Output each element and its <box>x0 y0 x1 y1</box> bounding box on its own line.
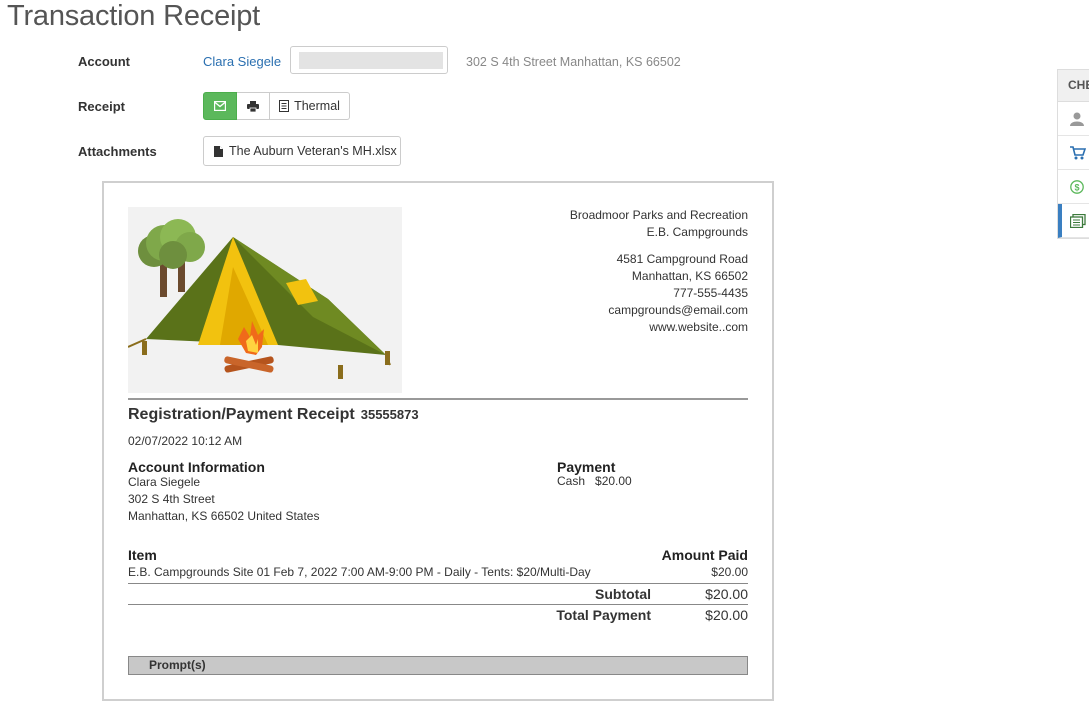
side-item-payment[interactable]: $ <box>1058 170 1089 204</box>
receipt-button-group: Thermal <box>203 92 350 120</box>
thermal-receipt-button[interactable]: Thermal <box>270 92 350 120</box>
campground-logo <box>127 207 402 393</box>
org-email: campgrounds@email.com <box>608 303 748 317</box>
print-receipt-button[interactable] <box>237 92 270 120</box>
payment-line: Cash $20.00 <box>557 474 632 488</box>
prompts-section-header: Prompt(s) <box>128 656 748 675</box>
org-phone: 777-555-4435 <box>673 286 748 300</box>
item-heading: Item <box>128 547 157 563</box>
org-street: 4581 Campground Road <box>616 252 748 266</box>
account-info-city: Manhattan, KS 66502 United States <box>128 509 320 523</box>
side-panel-heading: CHE <box>1058 70 1089 102</box>
svg-text:$: $ <box>1074 182 1079 192</box>
printer-icon <box>247 100 259 112</box>
item-amount: $20.00 <box>711 565 748 579</box>
org-website: www.website..com <box>649 320 748 334</box>
cart-icon <box>1070 145 1086 159</box>
email-receipt-button[interactable] <box>203 92 237 120</box>
side-item-receipt[interactable] <box>1058 204 1089 238</box>
subtotal-value: $20.00 <box>705 586 748 602</box>
file-icon <box>214 145 223 157</box>
org-name: Broadmoor Parks and Recreation <box>569 208 748 222</box>
total-value: $20.00 <box>705 607 748 623</box>
attachment-file-button[interactable]: The Auburn Veteran's MH.xlsx <box>203 136 401 166</box>
account-info-heading: Account Information <box>128 459 265 475</box>
subtotal-divider <box>128 604 748 605</box>
account-info-name: Clara Siegele <box>128 475 201 489</box>
receipt-label: Receipt <box>78 99 125 114</box>
subtotal-label: Subtotal <box>595 586 651 602</box>
page-title: Transaction Receipt <box>7 0 261 32</box>
attachments-label: Attachments <box>78 144 157 159</box>
receipt-date: 02/07/2022 10:12 AM <box>128 434 243 448</box>
account-label: Account <box>78 54 130 69</box>
header-divider <box>128 398 748 400</box>
total-label: Total Payment <box>556 607 651 623</box>
item-description: E.B. Campgrounds Site 01 Feb 7, 2022 7:0… <box>128 565 591 579</box>
side-item-user[interactable] <box>1058 102 1089 136</box>
amount-paid-heading: Amount Paid <box>661 547 748 563</box>
payment-heading: Payment <box>557 459 616 475</box>
account-info-street: 302 S 4th Street <box>128 492 215 506</box>
receipt-icon <box>1070 213 1086 228</box>
thermal-label: Thermal <box>294 99 340 113</box>
envelope-icon <box>214 101 226 111</box>
masked-account-field <box>290 46 448 74</box>
side-item-cart[interactable] <box>1058 136 1089 170</box>
item-divider <box>128 583 748 584</box>
account-address: 302 S 4th Street Manhattan, KS 66502 <box>466 55 681 69</box>
receipt-number: 35555873 <box>360 407 419 422</box>
dollar-icon: $ <box>1070 179 1084 194</box>
account-info-lines: Clara Siegele 302 S 4th Street Manhattan… <box>128 474 319 525</box>
attachment-file-name: The Auburn Veteran's MH.xlsx <box>229 144 397 158</box>
document-icon <box>279 100 290 112</box>
receipt-title-text: Registration/Payment Receipt <box>128 406 355 423</box>
org-city: Manhattan, KS 66502 <box>631 269 748 283</box>
checkout-side-panel: CHE $ <box>1057 69 1089 239</box>
organization-info: Broadmoor Parks and Recreation E.B. Camp… <box>570 207 748 336</box>
item-row: E.B. Campgrounds Site 01 Feb 7, 2022 7:0… <box>128 565 748 579</box>
user-icon <box>1070 112 1084 126</box>
facility-name: E.B. Campgrounds <box>646 225 748 239</box>
receipt-title: Registration/Payment Receipt 35555873 <box>128 406 419 424</box>
account-name-link[interactable]: Clara Siegele <box>203 54 281 69</box>
